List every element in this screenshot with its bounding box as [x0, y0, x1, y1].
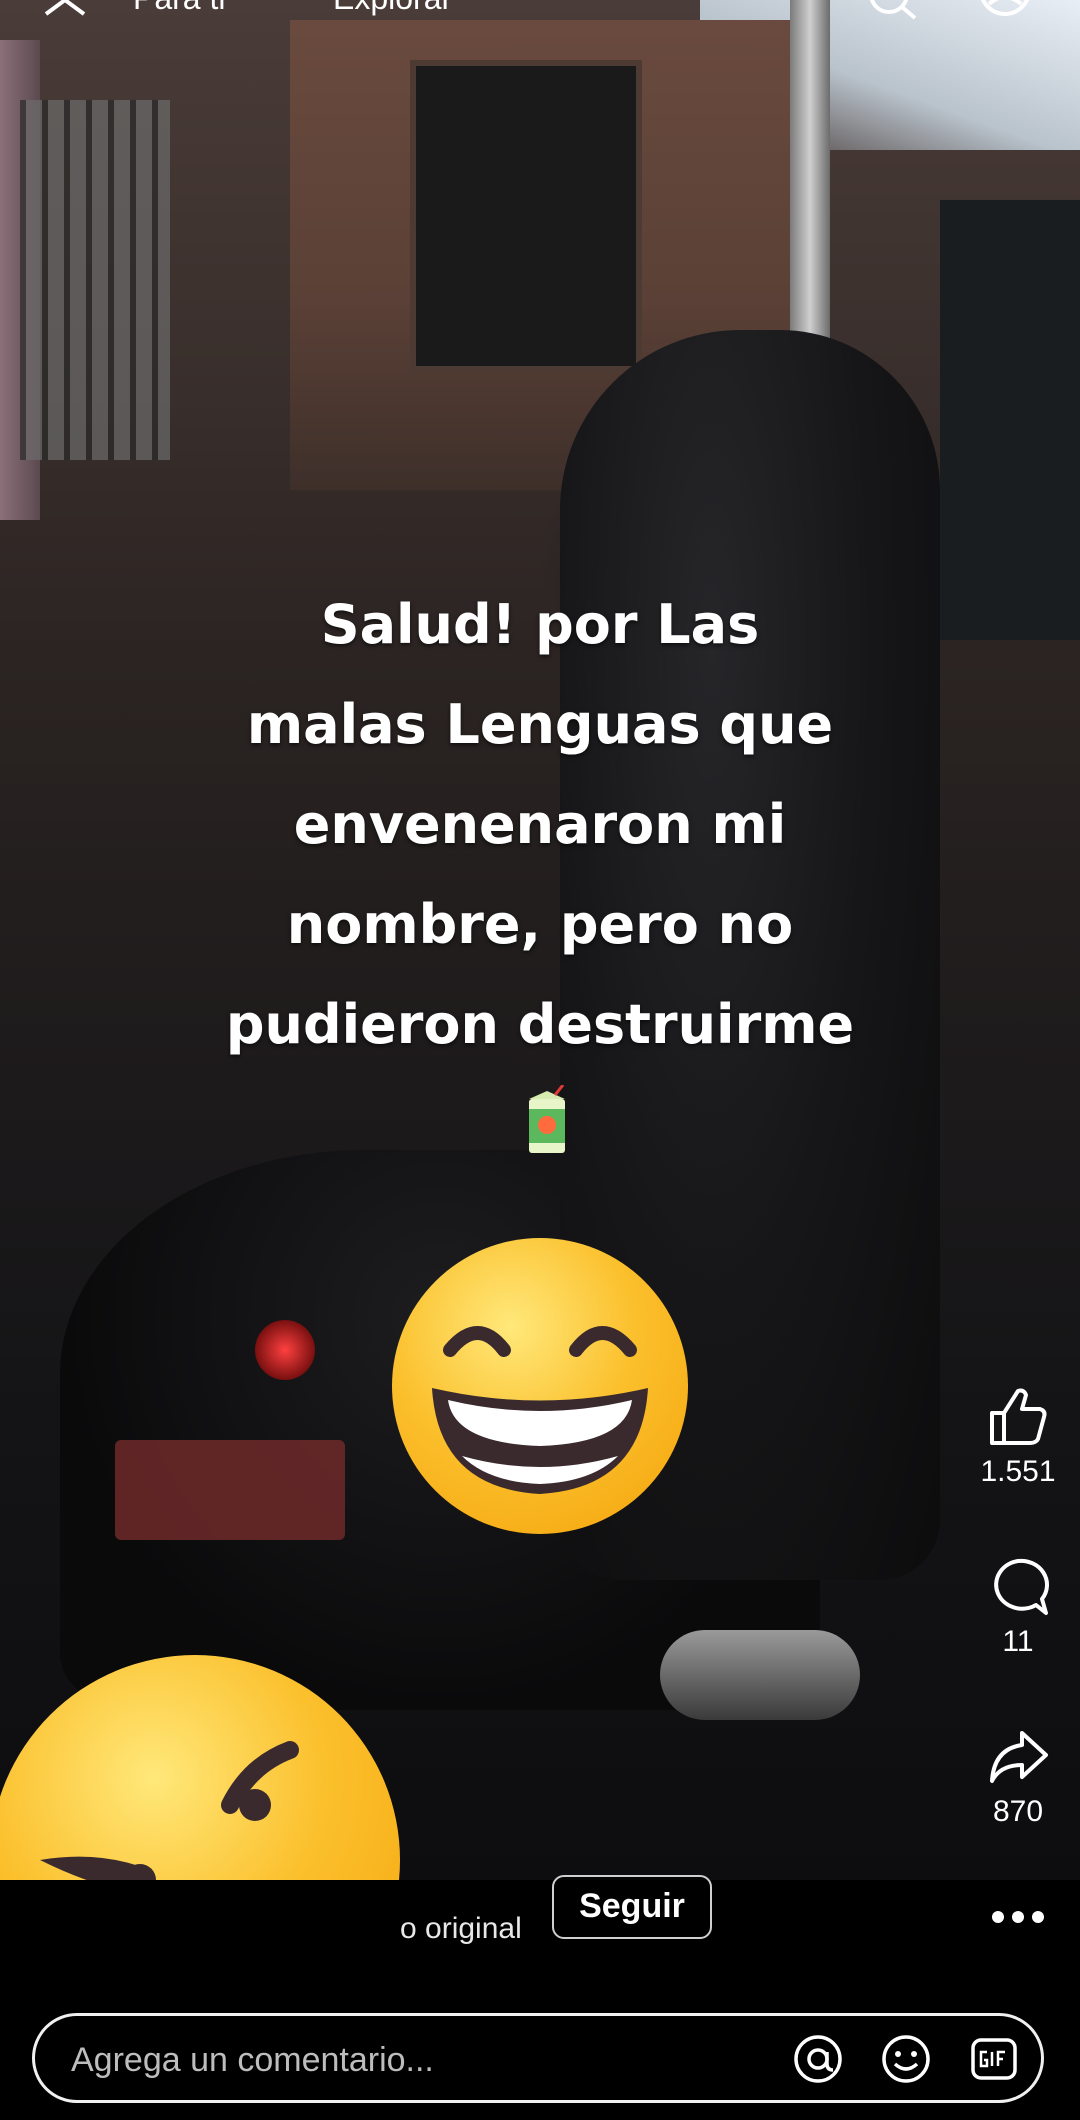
video-window	[410, 60, 642, 372]
share-icon[interactable]	[986, 1725, 1050, 1789]
more-icon[interactable]	[990, 1905, 1046, 1929]
tab-explorar[interactable]: Explorar	[333, 0, 452, 17]
video-license-plate	[115, 1440, 345, 1540]
follow-button[interactable]: Seguir	[552, 1875, 712, 1939]
comment-input[interactable]	[69, 2034, 773, 2086]
comment-action[interactable]: 11	[968, 1555, 1068, 1659]
video-gate	[20, 100, 170, 460]
video-taillight	[255, 1320, 315, 1380]
like-action[interactable]: 1.551	[968, 1385, 1068, 1489]
video-exhaust	[660, 1630, 860, 1720]
tab-para-ti[interactable]: Para ti	[133, 0, 225, 17]
comment-count: 11	[1002, 1625, 1034, 1658]
search-icon[interactable]	[865, 0, 921, 34]
like-icon[interactable]	[986, 1385, 1050, 1449]
top-bar: Para ti Explorar	[0, 0, 1080, 40]
comment-bar	[32, 2013, 1044, 2103]
video-player[interactable]: Salud! por Las malas Lenguas que envenen…	[0, 0, 1080, 1880]
profile-icon[interactable]	[975, 0, 1035, 34]
comment-icon[interactable]	[986, 1555, 1050, 1619]
mention-icon[interactable]	[791, 2032, 845, 2086]
close-icon[interactable]	[40, 0, 90, 36]
gif-icon[interactable]	[967, 2032, 1021, 2086]
video-sign	[940, 200, 1080, 640]
grinning-face-icon	[432, 1326, 648, 1494]
share-action[interactable]: 870	[968, 1725, 1068, 1829]
share-count: 870	[992, 1795, 1044, 1828]
like-count: 1.551	[980, 1455, 1056, 1488]
audio-label[interactable]: o original	[400, 1912, 522, 1946]
emoji-icon[interactable]	[879, 2032, 933, 2086]
video-caption: Salud! por Las malas Lenguas que envenen…	[225, 593, 855, 1056]
juice-box-emoji	[529, 1085, 565, 1153]
grinning-emoji-sticker	[392, 1238, 688, 1534]
